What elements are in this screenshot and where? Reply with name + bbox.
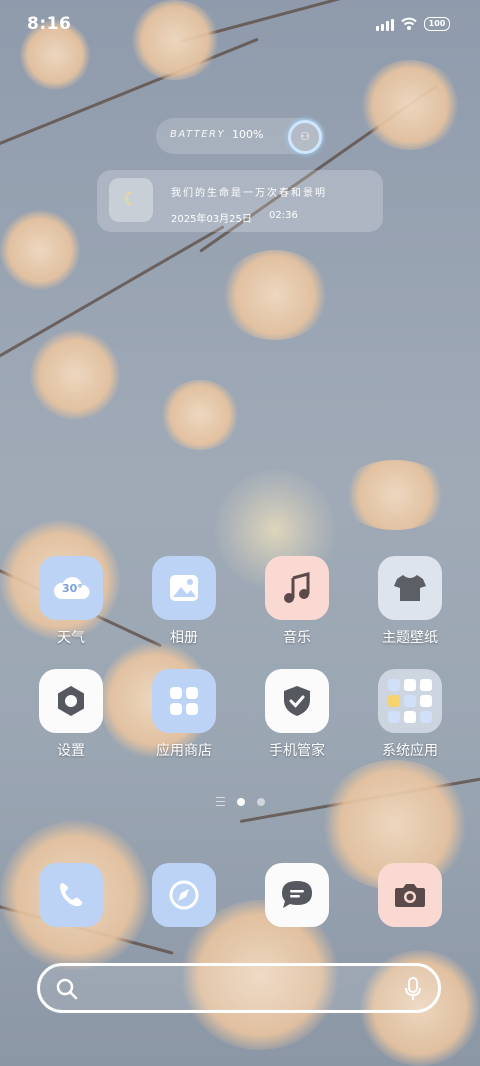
app-store[interactable]: 应用商店 — [134, 669, 234, 760]
gallery-icon — [152, 556, 216, 620]
app-weather[interactable]: 30° 天气 — [21, 556, 121, 647]
messages-icon — [282, 881, 312, 908]
search-icon[interactable] — [56, 978, 78, 1000]
search-input[interactable] — [92, 976, 396, 1002]
widget-date: 2025年03月25日 — [171, 214, 252, 225]
battery-icon: 100 — [424, 17, 450, 31]
app-settings[interactable]: 设置 — [21, 669, 121, 760]
themes-icon — [378, 556, 442, 620]
app-label: 主题壁纸 — [382, 630, 438, 646]
app-gallery[interactable]: 相册 — [134, 556, 234, 647]
app-label: 天气 — [57, 630, 85, 646]
weather-temp: 30° — [62, 582, 83, 595]
page-indicator[interactable] — [0, 797, 480, 806]
menu-lines-icon[interactable] — [215, 797, 225, 806]
weather-icon: 30° — [39, 556, 103, 620]
wifi-icon — [401, 17, 417, 30]
moon-icon: ☾ — [109, 178, 153, 222]
status-time: 8:16 — [27, 14, 72, 34]
dock-browser[interactable] — [152, 863, 216, 927]
battery-ring-icon: ⚇ — [288, 120, 322, 154]
phone-icon — [60, 883, 83, 907]
security-icon — [265, 669, 329, 733]
blossom — [0, 210, 80, 290]
dock-camera[interactable] — [378, 863, 442, 927]
quote-widget[interactable]: ☾ 我们的生命是一万次春和景明 2025年03月25日 02:36 — [97, 170, 383, 232]
blossom — [30, 330, 120, 420]
battery-label: BATTERY — [170, 129, 226, 140]
status-bar: 8:16 100 — [0, 0, 480, 48]
camera-icon — [395, 884, 425, 907]
blossom — [160, 380, 240, 450]
app-themes[interactable]: 主题壁纸 — [360, 556, 460, 647]
dock-phone[interactable] — [39, 863, 103, 927]
folder-icon — [378, 669, 442, 733]
app-security[interactable]: 手机管家 — [247, 669, 347, 760]
dock-messages[interactable] — [265, 863, 329, 927]
music-icon — [265, 556, 329, 620]
app-label: 应用商店 — [156, 743, 212, 759]
microphone-icon[interactable] — [404, 977, 422, 1001]
signal-icon — [376, 19, 394, 31]
app-label: 系统应用 — [382, 743, 438, 759]
battery-widget[interactable]: BATTERY 100% ⚇ — [156, 118, 324, 154]
blossom — [360, 60, 460, 150]
browser-icon — [169, 880, 199, 910]
app-label: 音乐 — [283, 630, 311, 646]
app-store-icon — [152, 669, 216, 733]
app-label: 手机管家 — [269, 743, 325, 759]
blossom — [220, 250, 330, 340]
widget-quote: 我们的生命是一万次春和景明 — [171, 188, 327, 199]
app-music[interactable]: 音乐 — [247, 556, 347, 647]
search-bar[interactable] — [37, 963, 441, 1013]
page-dot-active[interactable] — [236, 797, 245, 806]
blossom — [340, 460, 450, 530]
app-folder-system[interactable]: 系统应用 — [360, 669, 460, 760]
app-label: 设置 — [57, 743, 85, 759]
settings-icon — [39, 669, 103, 733]
battery-percentage: 100% — [232, 128, 264, 141]
page-dot[interactable] — [256, 797, 265, 806]
app-label: 相册 — [170, 630, 198, 646]
widget-clock: 02:36 — [269, 210, 298, 221]
